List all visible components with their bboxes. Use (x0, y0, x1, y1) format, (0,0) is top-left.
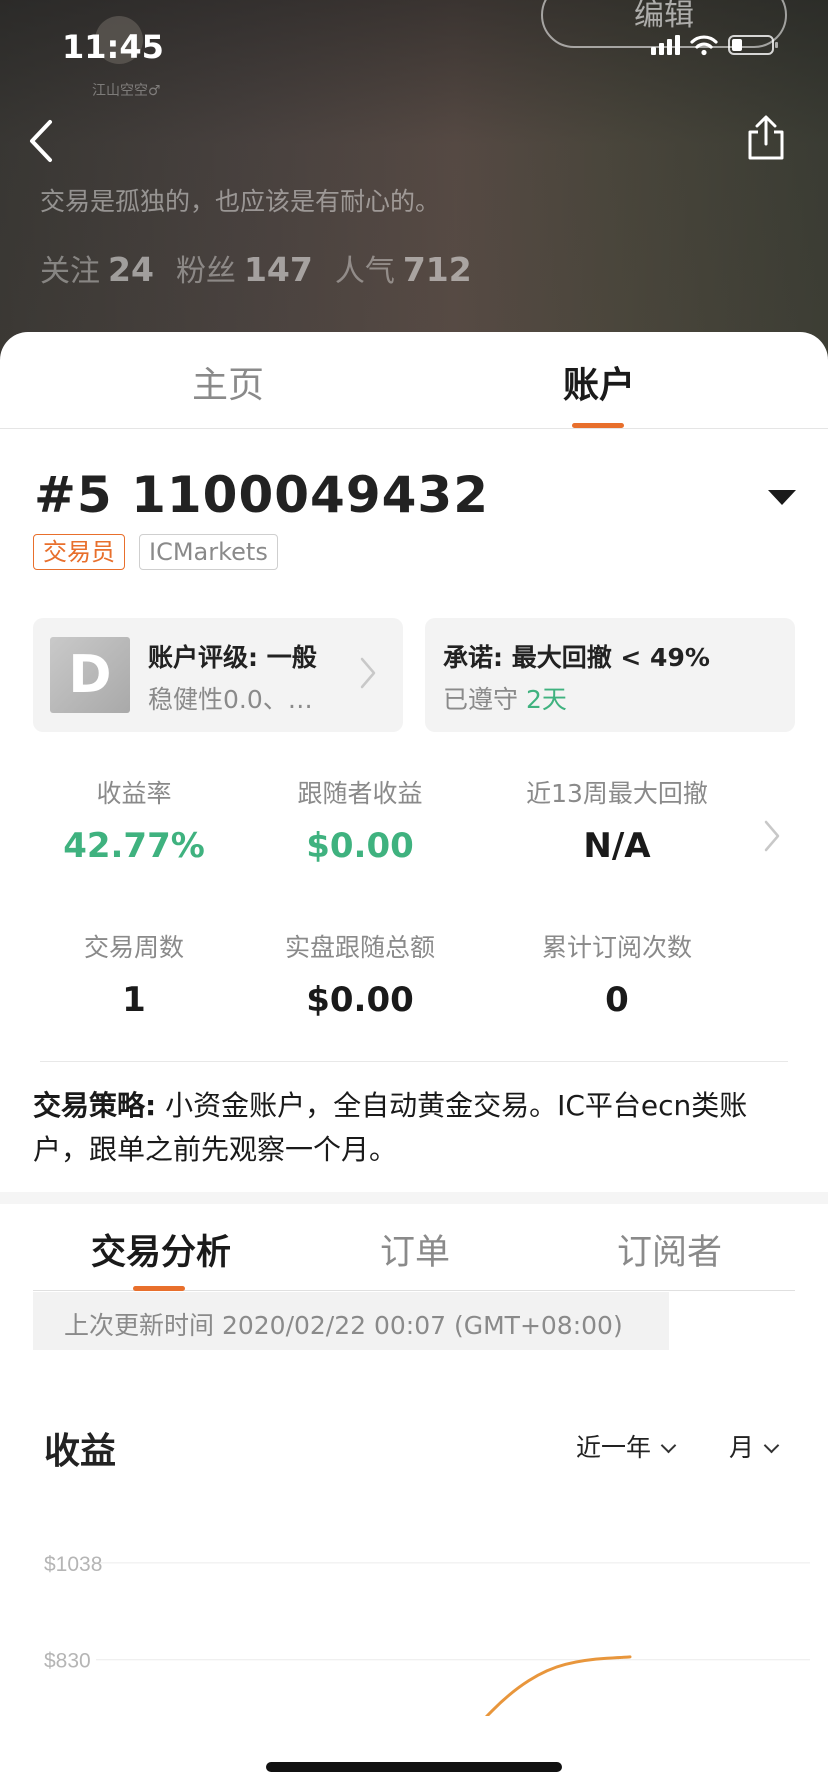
stat-following[interactable]: 关注 24 (40, 246, 154, 290)
status-bar-icons (651, 34, 778, 56)
promise-status: 已遵守 2天 (443, 685, 567, 714)
stat-popularity: 人气 712 (334, 250, 472, 289)
profit-series-line (484, 1655, 632, 1716)
broker-badge: ICMarkets (139, 534, 278, 570)
chevron-down-icon (660, 1437, 677, 1454)
home-indicator[interactable] (266, 1762, 562, 1772)
promise-title: 承诺: 最大回撤 < 49% (443, 643, 710, 672)
metric-max-drawdown-value: N/A (583, 826, 651, 866)
share-icon (748, 115, 784, 160)
strategy-label: 交易策略: (33, 1089, 157, 1122)
metric-return-label: 收益率 (96, 779, 172, 808)
chevron-right-icon (764, 820, 780, 852)
last-update-text: 上次更新时间 2020/02/22 00:07 (GMT+08:00) (64, 1311, 623, 1340)
stat-followers[interactable]: 粉丝 147 (176, 246, 313, 290)
tab-home[interactable]: 主页 (192, 356, 264, 408)
rating-title: 账户评级: 一般 (148, 643, 317, 672)
trading-strategy: 交易策略: 小资金账户，全自动黄金交易。IC平台ecn类账户，跟单之前先观察一个… (33, 1084, 795, 1172)
metrics-detail-button[interactable] (762, 818, 782, 858)
section-separator (0, 1192, 828, 1204)
profile-bio: 交易是孤独的，也应该是有耐心的。 (40, 187, 441, 216)
account-id: #5 1100049432 (34, 466, 489, 524)
account-dropdown-icon[interactable] (768, 490, 796, 505)
chevron-down-icon (763, 1437, 780, 1454)
top-tab-bar: 主页 账户 (0, 332, 828, 429)
tab-orders[interactable]: 订单 (380, 1224, 450, 1275)
wifi-icon (690, 35, 718, 56)
metric-max-drawdown-label: 近13周最大回撤 (526, 779, 708, 808)
metric-return-value: 42.77% (63, 826, 205, 866)
cellular-signal-icon (651, 35, 680, 55)
y-tick-label: $1038 (44, 1553, 102, 1576)
metric-follower-profit-value: $0.00 (306, 826, 414, 866)
metric-subscriptions-value: 0 (605, 980, 629, 1020)
active-section-tab-indicator (133, 1286, 185, 1291)
y-tick-label: $830 (44, 1650, 91, 1673)
period-selector[interactable]: 月 (729, 1428, 780, 1464)
metric-trading-weeks-label: 交易周数 (83, 933, 184, 962)
status-bar-time: 11:45 (62, 28, 164, 66)
battery-icon (728, 35, 778, 55)
profit-chart-title: 收益 (44, 1431, 117, 1472)
tab-trade-analysis[interactable]: 交易分析 (91, 1224, 231, 1275)
rating-grade-icon: D (50, 637, 130, 713)
profile-stats: 关注 24 粉丝 147 人气 712 (40, 246, 472, 290)
metric-follower-profit-label: 跟随者收益 (297, 779, 423, 808)
divider (40, 1061, 788, 1062)
chevron-right-icon (358, 655, 378, 695)
metric-total-follow-value: $0.00 (306, 980, 414, 1020)
chevron-left-icon (30, 120, 52, 162)
profit-chart-svg: $1038$830$620 (44, 1553, 810, 1716)
profit-chart: $1038$830$620 (30, 1510, 820, 1716)
username: 江山空空♂ (92, 83, 161, 99)
tab-account[interactable]: 账户 (563, 356, 635, 408)
range-selector[interactable]: 近一年 (576, 1428, 677, 1464)
promise-days: 2天 (525, 685, 567, 714)
tab-subscribers[interactable]: 订阅者 (617, 1224, 722, 1275)
trader-badge: 交易员 (33, 534, 125, 570)
active-tab-indicator (572, 423, 624, 428)
rating-subtitle: 稳健性0.0、… (148, 685, 313, 714)
back-button[interactable] (26, 118, 56, 168)
metric-total-follow-label: 实盘跟随总额 (284, 933, 435, 962)
metric-subscriptions-label: 累计订阅次数 (541, 933, 692, 962)
share-button[interactable] (744, 114, 788, 166)
metric-trading-weeks-value: 1 (122, 980, 146, 1020)
